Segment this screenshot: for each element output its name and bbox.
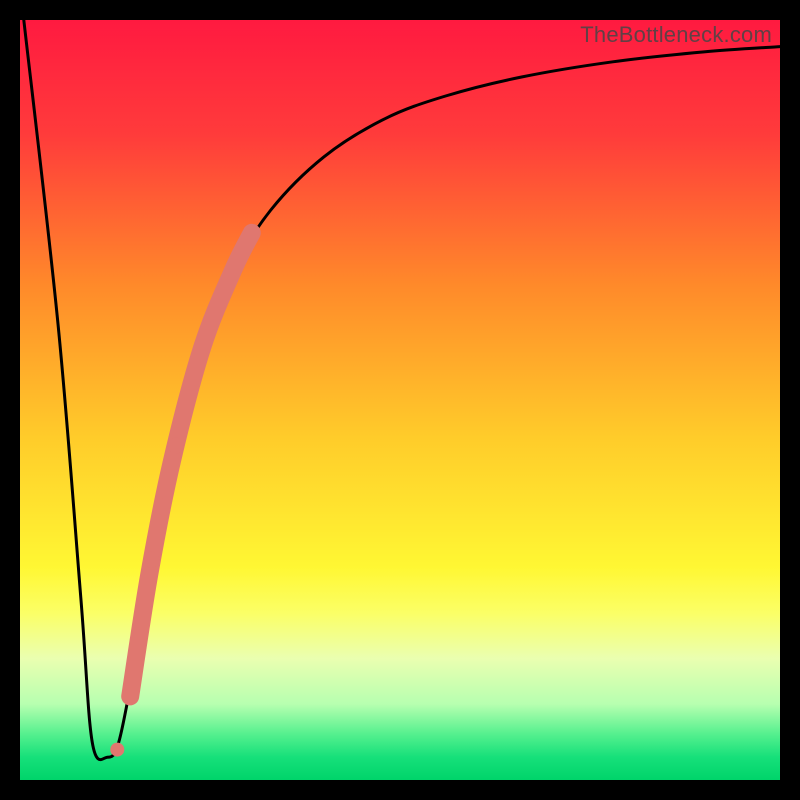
plot-frame: TheBottleneck.com	[20, 20, 780, 780]
marker-dot	[168, 438, 184, 454]
marker-dot	[110, 743, 124, 757]
chart-canvas	[20, 20, 780, 780]
marker-dot	[143, 552, 159, 568]
watermark-text: TheBottleneck.com	[580, 22, 772, 48]
marker-dot	[154, 498, 170, 514]
